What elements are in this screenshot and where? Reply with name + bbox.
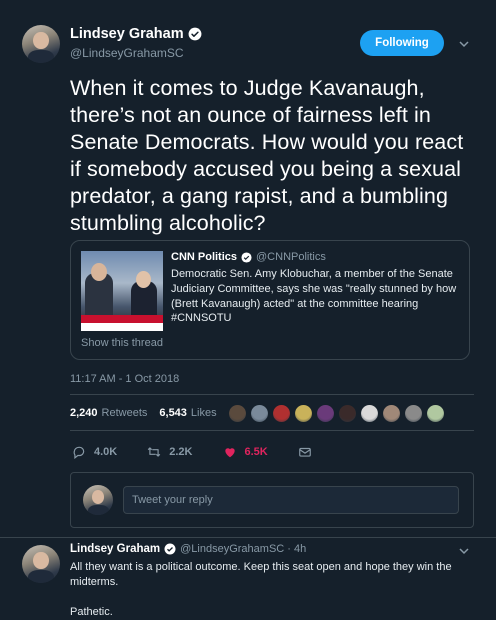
tweet-timestamp[interactable]: 11:17 AM - 1 Oct 2018 (70, 373, 179, 385)
author-handle[interactable]: @LindseyGrahamSC (70, 46, 184, 60)
envelope-icon (298, 447, 311, 457)
author-name-row: Lindsey Graham (70, 26, 202, 42)
likes-label[interactable]: Likes (191, 407, 217, 419)
liker-avatar[interactable] (426, 404, 445, 423)
image-chyron-white (81, 323, 163, 331)
tweet-text: When it comes to Judge Kavanaugh, there’… (70, 76, 464, 235)
likes-count[interactable]: 6,543 (159, 407, 187, 419)
reply-composer: Tweet your reply (70, 472, 474, 528)
liker-avatar[interactable] (338, 404, 357, 423)
quoted-tweet-image[interactable] (81, 251, 163, 331)
divider (70, 430, 474, 431)
verified-badge-icon (241, 251, 252, 263)
reply-count: 4.0K (94, 446, 118, 458)
like-count: 6.5K (244, 446, 268, 458)
quoted-tweet[interactable]: CNN Politics @CNNPolitics Democratic Sen… (70, 240, 470, 360)
reply-tweet-header: Lindsey Graham @LindseyGrahamSC · 4h (70, 543, 306, 555)
liker-avatar[interactable] (228, 404, 247, 423)
reply-action[interactable]: 4.0K (72, 445, 117, 459)
tweet-actions: 4.0K 2.2K 6.5K (72, 445, 342, 459)
reply-tweet-text-2: Pathetic. (70, 606, 113, 618)
quoted-tweet-text: Democratic Sen. Amy Klobuchar, a member … (171, 268, 457, 325)
image-person-left (85, 263, 113, 319)
divider (0, 537, 496, 538)
retweets-count[interactable]: 2,240 (70, 407, 98, 419)
reply-icon (73, 446, 85, 459)
retweet-icon (148, 447, 161, 457)
following-button[interactable]: Following (360, 30, 444, 56)
user-avatar[interactable] (83, 485, 113, 515)
heart-icon (224, 448, 235, 458)
liker-avatar[interactable] (404, 404, 423, 423)
message-action[interactable] (298, 445, 312, 459)
reply-author-handle[interactable]: @LindseyGrahamSC · 4h (180, 543, 306, 555)
quoted-tweet-header: CNN Politics @CNNPolitics (171, 251, 326, 263)
author-name[interactable]: Lindsey Graham (70, 26, 184, 42)
chevron-down-icon[interactable] (458, 38, 470, 50)
liker-avatar[interactable] (272, 404, 291, 423)
retweet-action[interactable]: 2.2K (147, 445, 193, 459)
reply-author-name[interactable]: Lindsey Graham (70, 543, 160, 555)
reply-author-avatar[interactable] (22, 545, 60, 583)
chevron-down-icon[interactable] (458, 545, 470, 557)
reply-tweet-text: All they want is a political outcome. Ke… (70, 561, 452, 588)
liker-avatar[interactable] (250, 404, 269, 423)
liker-avatar[interactable] (382, 404, 401, 423)
retweets-label[interactable]: Retweets (102, 407, 148, 419)
liker-avatar[interactable] (360, 404, 379, 423)
verified-badge-icon (188, 27, 202, 41)
liker-avatar[interactable] (294, 404, 313, 423)
verified-badge-icon (164, 543, 176, 555)
divider (70, 394, 474, 395)
quoted-author-handle[interactable]: @CNNPolitics (256, 251, 326, 263)
retweet-count: 2.2K (169, 446, 193, 458)
liker-avatar[interactable] (316, 404, 335, 423)
author-avatar[interactable] (22, 25, 60, 63)
like-action[interactable]: 6.5K (223, 445, 268, 459)
quoted-author-name[interactable]: CNN Politics (171, 251, 237, 263)
tweet-stats: 2,240 Retweets 6,543 Likes (70, 407, 225, 419)
liker-avatars (228, 404, 445, 423)
show-thread-link[interactable]: Show this thread (81, 337, 163, 349)
reply-input[interactable]: Tweet your reply (123, 486, 459, 514)
